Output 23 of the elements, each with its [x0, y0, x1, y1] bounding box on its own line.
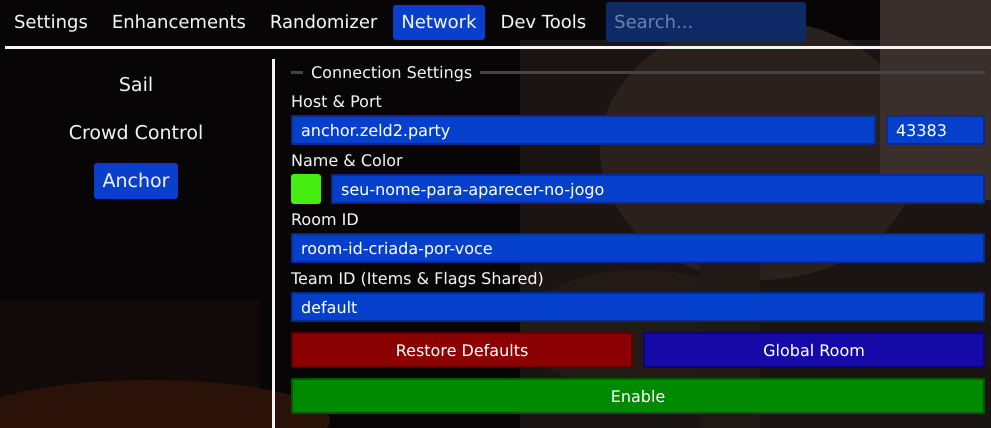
host-field[interactable]: anchor.zeld2.party [291, 115, 876, 145]
name-field[interactable]: seu-nome-para-aparecer-no-jogo [331, 174, 985, 204]
tab[interactable]: Enhancements [104, 4, 254, 40]
action-button[interactable]: Restore Defaults [291, 332, 633, 368]
action-button[interactable]: Enable [291, 378, 985, 414]
room-id-field[interactable]: room-id-criada-por-voce [291, 233, 985, 263]
action-button[interactable]: Global Room [643, 332, 985, 368]
tab[interactable]: Network [393, 4, 484, 40]
team-id-field[interactable]: default [291, 292, 985, 322]
field-label: Team ID (Items & Flags Shared) [291, 269, 545, 288]
section-title: Connection Settings [311, 63, 472, 82]
field-label: Room ID [291, 210, 360, 229]
field-label: Host & Port [291, 92, 383, 111]
search-field[interactable]: Search... [606, 2, 806, 42]
tab[interactable]: Randomizer [262, 4, 386, 40]
sidebar-item[interactable]: Sail [110, 67, 162, 103]
color-swatch[interactable] [291, 174, 321, 204]
tab[interactable]: Settings [6, 4, 96, 40]
field-label: Name & Color [291, 151, 404, 170]
tab[interactable]: Dev Tools [492, 4, 594, 40]
port-field[interactable]: 43383 [886, 115, 985, 145]
sidebar-item[interactable]: Anchor [94, 163, 178, 199]
sidebar-item[interactable]: Crowd Control [60, 115, 212, 151]
